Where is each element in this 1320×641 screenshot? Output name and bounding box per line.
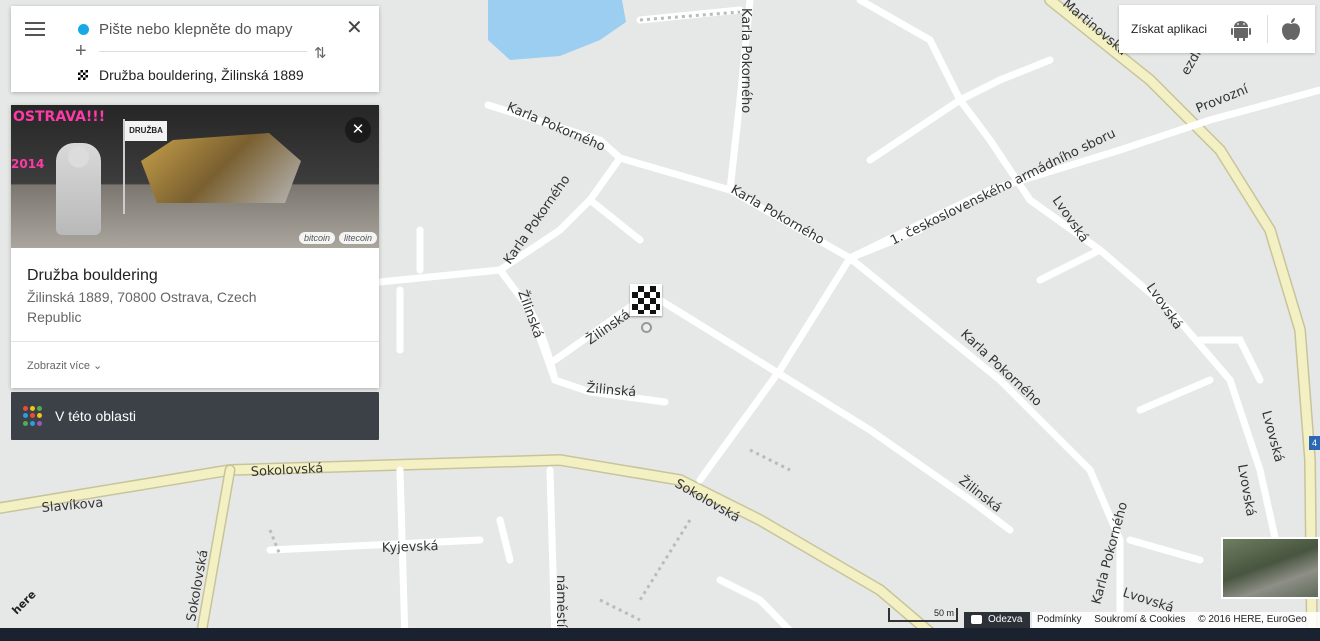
start-point-icon — [78, 24, 89, 35]
divider — [99, 51, 307, 52]
label-kyjevska: Kyjevská — [382, 539, 439, 556]
place-card: OSTRAVA!!! 2014 DRUŽBA bitcoin litecoin … — [11, 105, 379, 388]
marker-anchor — [641, 322, 652, 333]
speech-bubble-icon — [971, 615, 982, 624]
categories-icon — [23, 406, 43, 426]
crypto-badges: bitcoin litecoin — [298, 232, 377, 244]
divider — [11, 341, 379, 342]
litecoin-badge: litecoin — [338, 232, 377, 244]
hamburger-menu-icon[interactable] — [25, 22, 45, 38]
android-icon[interactable] — [1231, 19, 1251, 41]
photo-year: 2014 — [11, 157, 45, 171]
dot — [23, 420, 28, 426]
swap-directions-icon[interactable]: ⇅ — [314, 44, 327, 62]
get-app-panel: Získat aplikaci — [1119, 5, 1315, 53]
dot — [23, 406, 28, 411]
destination-flag-icon — [78, 70, 88, 80]
close-card-icon[interactable]: ✕ — [345, 117, 371, 143]
label-karla-pokorneho-2: Karla Pokorného — [738, 8, 753, 113]
privacy-link[interactable]: Soukromí & Cookies — [1094, 614, 1185, 625]
destination-field[interactable]: Družba bouldering, Žilinská 1889 — [99, 67, 305, 83]
bottom-bar — [0, 628, 1320, 641]
place-name: Družba bouldering — [27, 267, 158, 284]
get-app-label: Získat aplikaci — [1131, 22, 1208, 36]
photo-title: OSTRAVA!!! — [13, 109, 106, 125]
photo-flag: DRUŽBA — [125, 121, 167, 141]
apple-icon[interactable] — [1281, 17, 1301, 41]
satellite-view-toggle[interactable] — [1221, 537, 1320, 599]
lunar-lander-graphic — [141, 133, 301, 203]
dot — [30, 413, 35, 419]
road-sign-icon: 4 — [1309, 436, 1320, 450]
dot — [30, 406, 35, 411]
feedback-label: Odezva — [988, 614, 1023, 625]
from-input[interactable] — [99, 18, 329, 40]
bitcoin-badge: bitcoin — [298, 232, 335, 244]
place-address: Žilinská 1889, 70800 Ostrava, Czech Repu… — [27, 289, 257, 325]
in-this-area-button[interactable]: V této oblasti — [11, 392, 379, 440]
astronaut-graphic — [56, 143, 101, 235]
dot — [37, 420, 42, 426]
in-this-area-label: V této oblasti — [55, 408, 136, 424]
close-icon[interactable]: ✕ — [346, 18, 363, 38]
place-photo[interactable]: OSTRAVA!!! 2014 DRUŽBA bitcoin litecoin … — [11, 105, 379, 248]
dot — [30, 420, 35, 426]
dot — [37, 406, 42, 411]
route-search-panel: ✕ + ⇅ Družba bouldering, Žilinská 1889 — [11, 6, 379, 92]
add-waypoint-icon[interactable]: + — [75, 41, 87, 61]
feedback-button[interactable]: Odezva — [964, 612, 1030, 628]
copyright-text: © 2016 HERE, EuroGeo — [1198, 614, 1307, 625]
destination-marker-icon[interactable] — [630, 284, 662, 316]
footer-links: Podmínky Soukromí & Cookies © 2016 HERE,… — [1032, 612, 1320, 628]
label-namesti: náměstí — [553, 575, 568, 628]
scale-bar: 50 m — [888, 608, 958, 622]
show-more-label: Zobrazit více — [27, 360, 90, 372]
divider — [1267, 15, 1268, 43]
chevron-down-icon: ⌄ — [93, 360, 103, 372]
terms-link[interactable]: Podmínky — [1037, 614, 1081, 625]
dot — [23, 413, 28, 419]
dot — [37, 413, 42, 419]
show-more-link[interactable]: Zobrazit více ⌄ — [27, 359, 102, 372]
